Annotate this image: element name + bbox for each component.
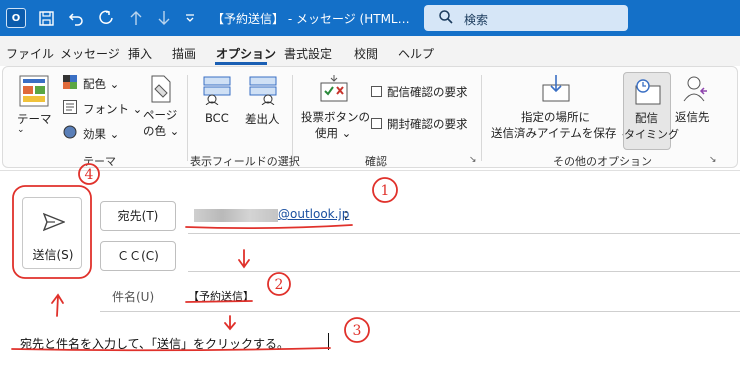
reply-to-label[interactable]: 返信先 — [675, 109, 710, 125]
effects-icon — [63, 125, 77, 142]
redo-icon[interactable] — [96, 8, 116, 28]
page-color-label-2[interactable]: の色 ⌄ — [143, 123, 179, 139]
to-button[interactable]: 宛先(T) — [100, 201, 176, 231]
outlook-logo-icon: O — [6, 8, 26, 28]
group-label-themes: テーマ — [83, 155, 116, 168]
search-box[interactable]: 検索 — [424, 5, 628, 31]
tab-format-text[interactable]: 書式設定 — [284, 45, 332, 62]
read-receipt-label: 開封確認の要求 — [387, 117, 468, 131]
active-tab-indicator — [215, 62, 267, 65]
fonts-icon — [63, 100, 77, 117]
more-options-launcher-icon[interactable]: ↘ — [709, 155, 717, 165]
search-label: 検索 — [464, 13, 489, 27]
group-divider — [481, 75, 482, 161]
subject-input[interactable]: 【予約送信】 — [188, 288, 254, 304]
theme-chevron-icon[interactable]: ⌄ — [17, 125, 25, 135]
page-color-label-1[interactable]: ページ — [143, 107, 177, 123]
down-arrow-icon[interactable] — [154, 8, 174, 28]
message-body[interactable]: 宛先と件名を入力して、「送信」をクリックする。 — [20, 335, 289, 352]
voting-label-1[interactable]: 投票ボタンの — [301, 109, 370, 125]
search-icon — [439, 10, 453, 24]
theme-icon[interactable] — [19, 75, 49, 110]
tab-draw[interactable]: 描画 — [172, 45, 196, 62]
delay-delivery-button[interactable]: 配信 タイミング — [623, 72, 679, 150]
delay-label-1: 配信 — [635, 111, 658, 125]
group-label-more-options: その他のオプション — [553, 155, 652, 168]
tab-help[interactable]: ヘルプ — [398, 45, 434, 62]
group-divider — [292, 75, 293, 161]
tab-review[interactable]: 校閲 — [354, 45, 378, 62]
reply-to-icon[interactable] — [683, 75, 709, 106]
subject-field-underline — [100, 311, 740, 312]
delivery-receipt-label: 配信確認の要求 — [387, 85, 468, 99]
from-icon[interactable] — [249, 75, 277, 108]
cc-field-underline[interactable] — [188, 271, 740, 272]
bcc-icon[interactable] — [203, 75, 231, 108]
save-sent-items-icon[interactable] — [541, 73, 571, 106]
subject-label: 件名(U) — [112, 290, 155, 304]
fonts-button[interactable]: フォント ⌄ — [83, 101, 142, 117]
bcc-button-label[interactable]: BCC — [205, 111, 229, 125]
colors-icon — [63, 75, 77, 92]
save-icon[interactable] — [36, 8, 56, 28]
to-separator: ; — [344, 207, 349, 221]
to-field-underline — [188, 233, 740, 234]
ribbon: テーマ ⌄ 配色 ⌄ フォント ⌄ 効果 ⌄ ページ の色 ⌄ テーマ BCC … — [2, 66, 738, 168]
quick-access-dropdown-icon[interactable] — [180, 8, 200, 28]
voting-label-2[interactable]: 使用 ⌄ — [315, 125, 351, 141]
tab-options[interactable]: オプション — [216, 45, 276, 62]
menu-bar: ファイル メッセージ 挿入 描画 オプション 書式設定 校閲 ヘルプ — [0, 36, 740, 66]
send-button[interactable]: 送信(S) — [22, 197, 82, 269]
tab-file[interactable]: ファイル — [6, 45, 54, 62]
compose-area: 送信(S) 宛先(T) @outlook.jp ; ＣＣ(C) 件名(U) 【予… — [0, 170, 740, 370]
to-recipient-domain[interactable]: @outlook.jp — [278, 207, 349, 221]
title-bar: O 【予約送信】 - メッセージ (HTML… 検索 — [0, 0, 740, 36]
group-divider — [187, 75, 188, 161]
from-button-label[interactable]: 差出人 — [245, 111, 280, 127]
undo-icon[interactable] — [66, 8, 86, 28]
group-label-show-fields: 表示フィールドの選択 — [190, 155, 300, 168]
text-caret — [328, 333, 329, 350]
send-button-label: 送信(S) — [32, 248, 74, 262]
tracking-launcher-icon[interactable]: ↘ — [469, 155, 477, 165]
save-sent-label-1[interactable]: 指定の場所に — [521, 109, 590, 125]
voting-buttons-icon[interactable] — [319, 73, 349, 106]
read-receipt-checkbox[interactable] — [371, 118, 382, 129]
to-recipient-redacted — [194, 209, 278, 222]
save-sent-label-2[interactable]: 送信済みアイテムを保存 ⌄ — [491, 125, 630, 141]
tab-insert[interactable]: 挿入 — [128, 45, 152, 62]
cc-button[interactable]: ＣＣ(C) — [100, 241, 176, 271]
send-icon — [43, 212, 65, 232]
delay-label-2: タイミング — [624, 128, 679, 141]
group-label-tracking: 確認 — [365, 155, 387, 168]
up-arrow-icon[interactable] — [126, 8, 146, 28]
page-color-icon[interactable] — [149, 75, 173, 106]
effects-button[interactable]: 効果 ⌄ — [83, 126, 119, 142]
colors-button[interactable]: 配色 ⌄ — [83, 76, 119, 92]
delivery-receipt-checkbox[interactable] — [371, 86, 382, 97]
clock-icon — [635, 79, 661, 105]
window-title: 【予約送信】 - メッセージ (HTML… — [212, 12, 410, 26]
tab-message[interactable]: メッセージ — [60, 45, 120, 62]
